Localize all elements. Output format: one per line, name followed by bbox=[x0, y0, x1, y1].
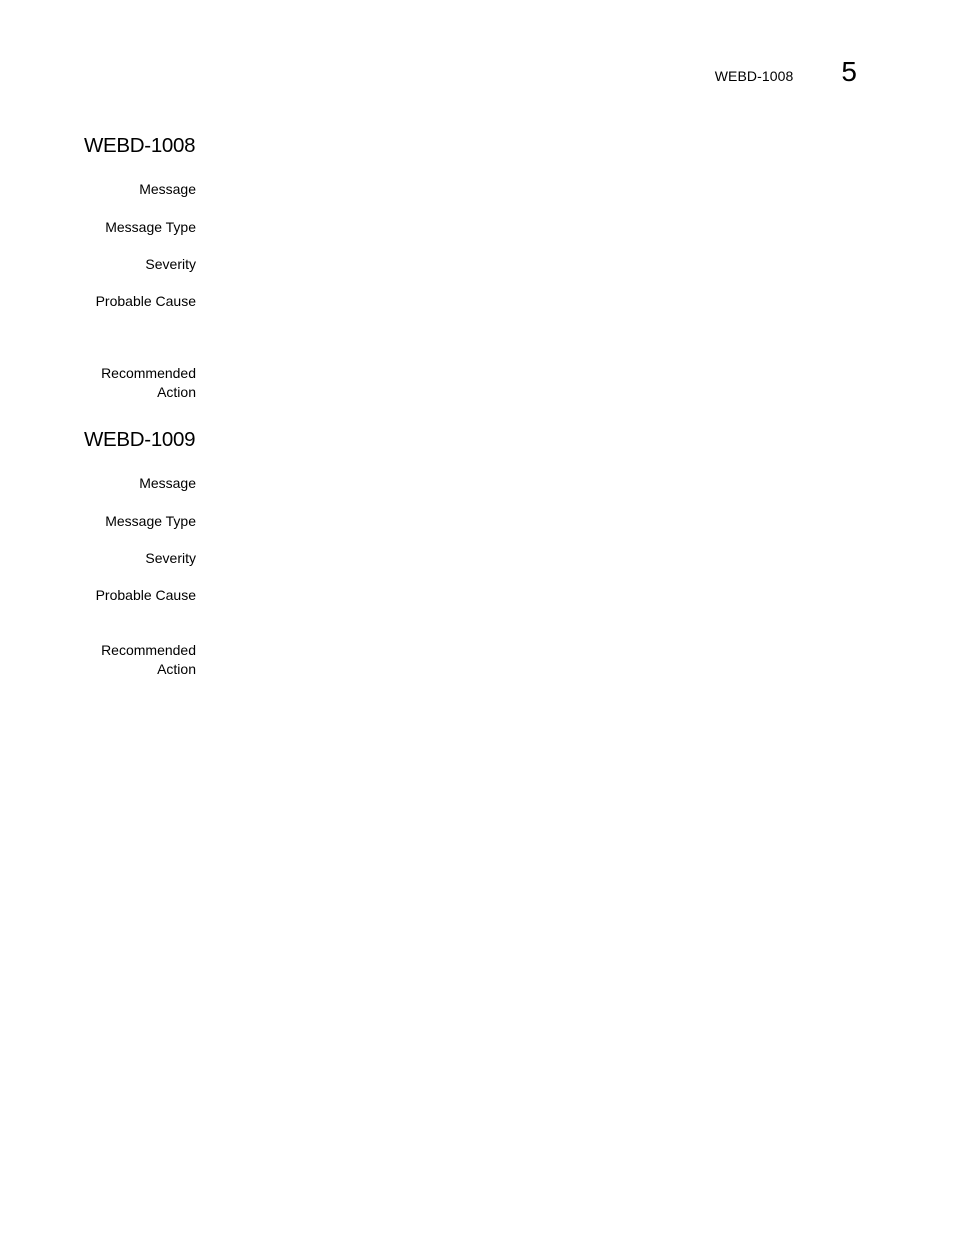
field-label-recommended-action: Recommended Action bbox=[84, 364, 196, 402]
field-label-message-type: Message Type bbox=[105, 513, 196, 529]
field-label-message: Message bbox=[139, 181, 196, 197]
field-label-recommended-action: Recommended Action bbox=[84, 641, 196, 679]
field-label-line: Action bbox=[157, 384, 196, 400]
running-header: WEBD-1008 5 bbox=[715, 58, 857, 86]
field-label-message-type: Message Type bbox=[105, 219, 196, 235]
field-label-line: Recommended bbox=[101, 642, 196, 658]
message-entry: WEBD-1008 Message Message Type Severity … bbox=[84, 134, 884, 400]
field-label-line: Recommended bbox=[101, 365, 196, 381]
message-entry: WEBD-1009 Message Message Type Severity … bbox=[84, 428, 884, 677]
field-label-probable-cause: Probable Cause bbox=[95, 587, 196, 603]
entry-title: WEBD-1008 bbox=[84, 134, 196, 157]
field-label-line: Action bbox=[157, 661, 196, 677]
field-label-message: Message bbox=[139, 475, 196, 491]
entry-title: WEBD-1009 bbox=[84, 428, 196, 451]
field-label-severity: Severity bbox=[145, 256, 196, 272]
chapter-number: 5 bbox=[841, 56, 857, 87]
field-label-probable-cause: Probable Cause bbox=[95, 293, 196, 309]
field-label-severity: Severity bbox=[145, 550, 196, 566]
running-header-title: WEBD-1008 bbox=[714, 68, 794, 84]
